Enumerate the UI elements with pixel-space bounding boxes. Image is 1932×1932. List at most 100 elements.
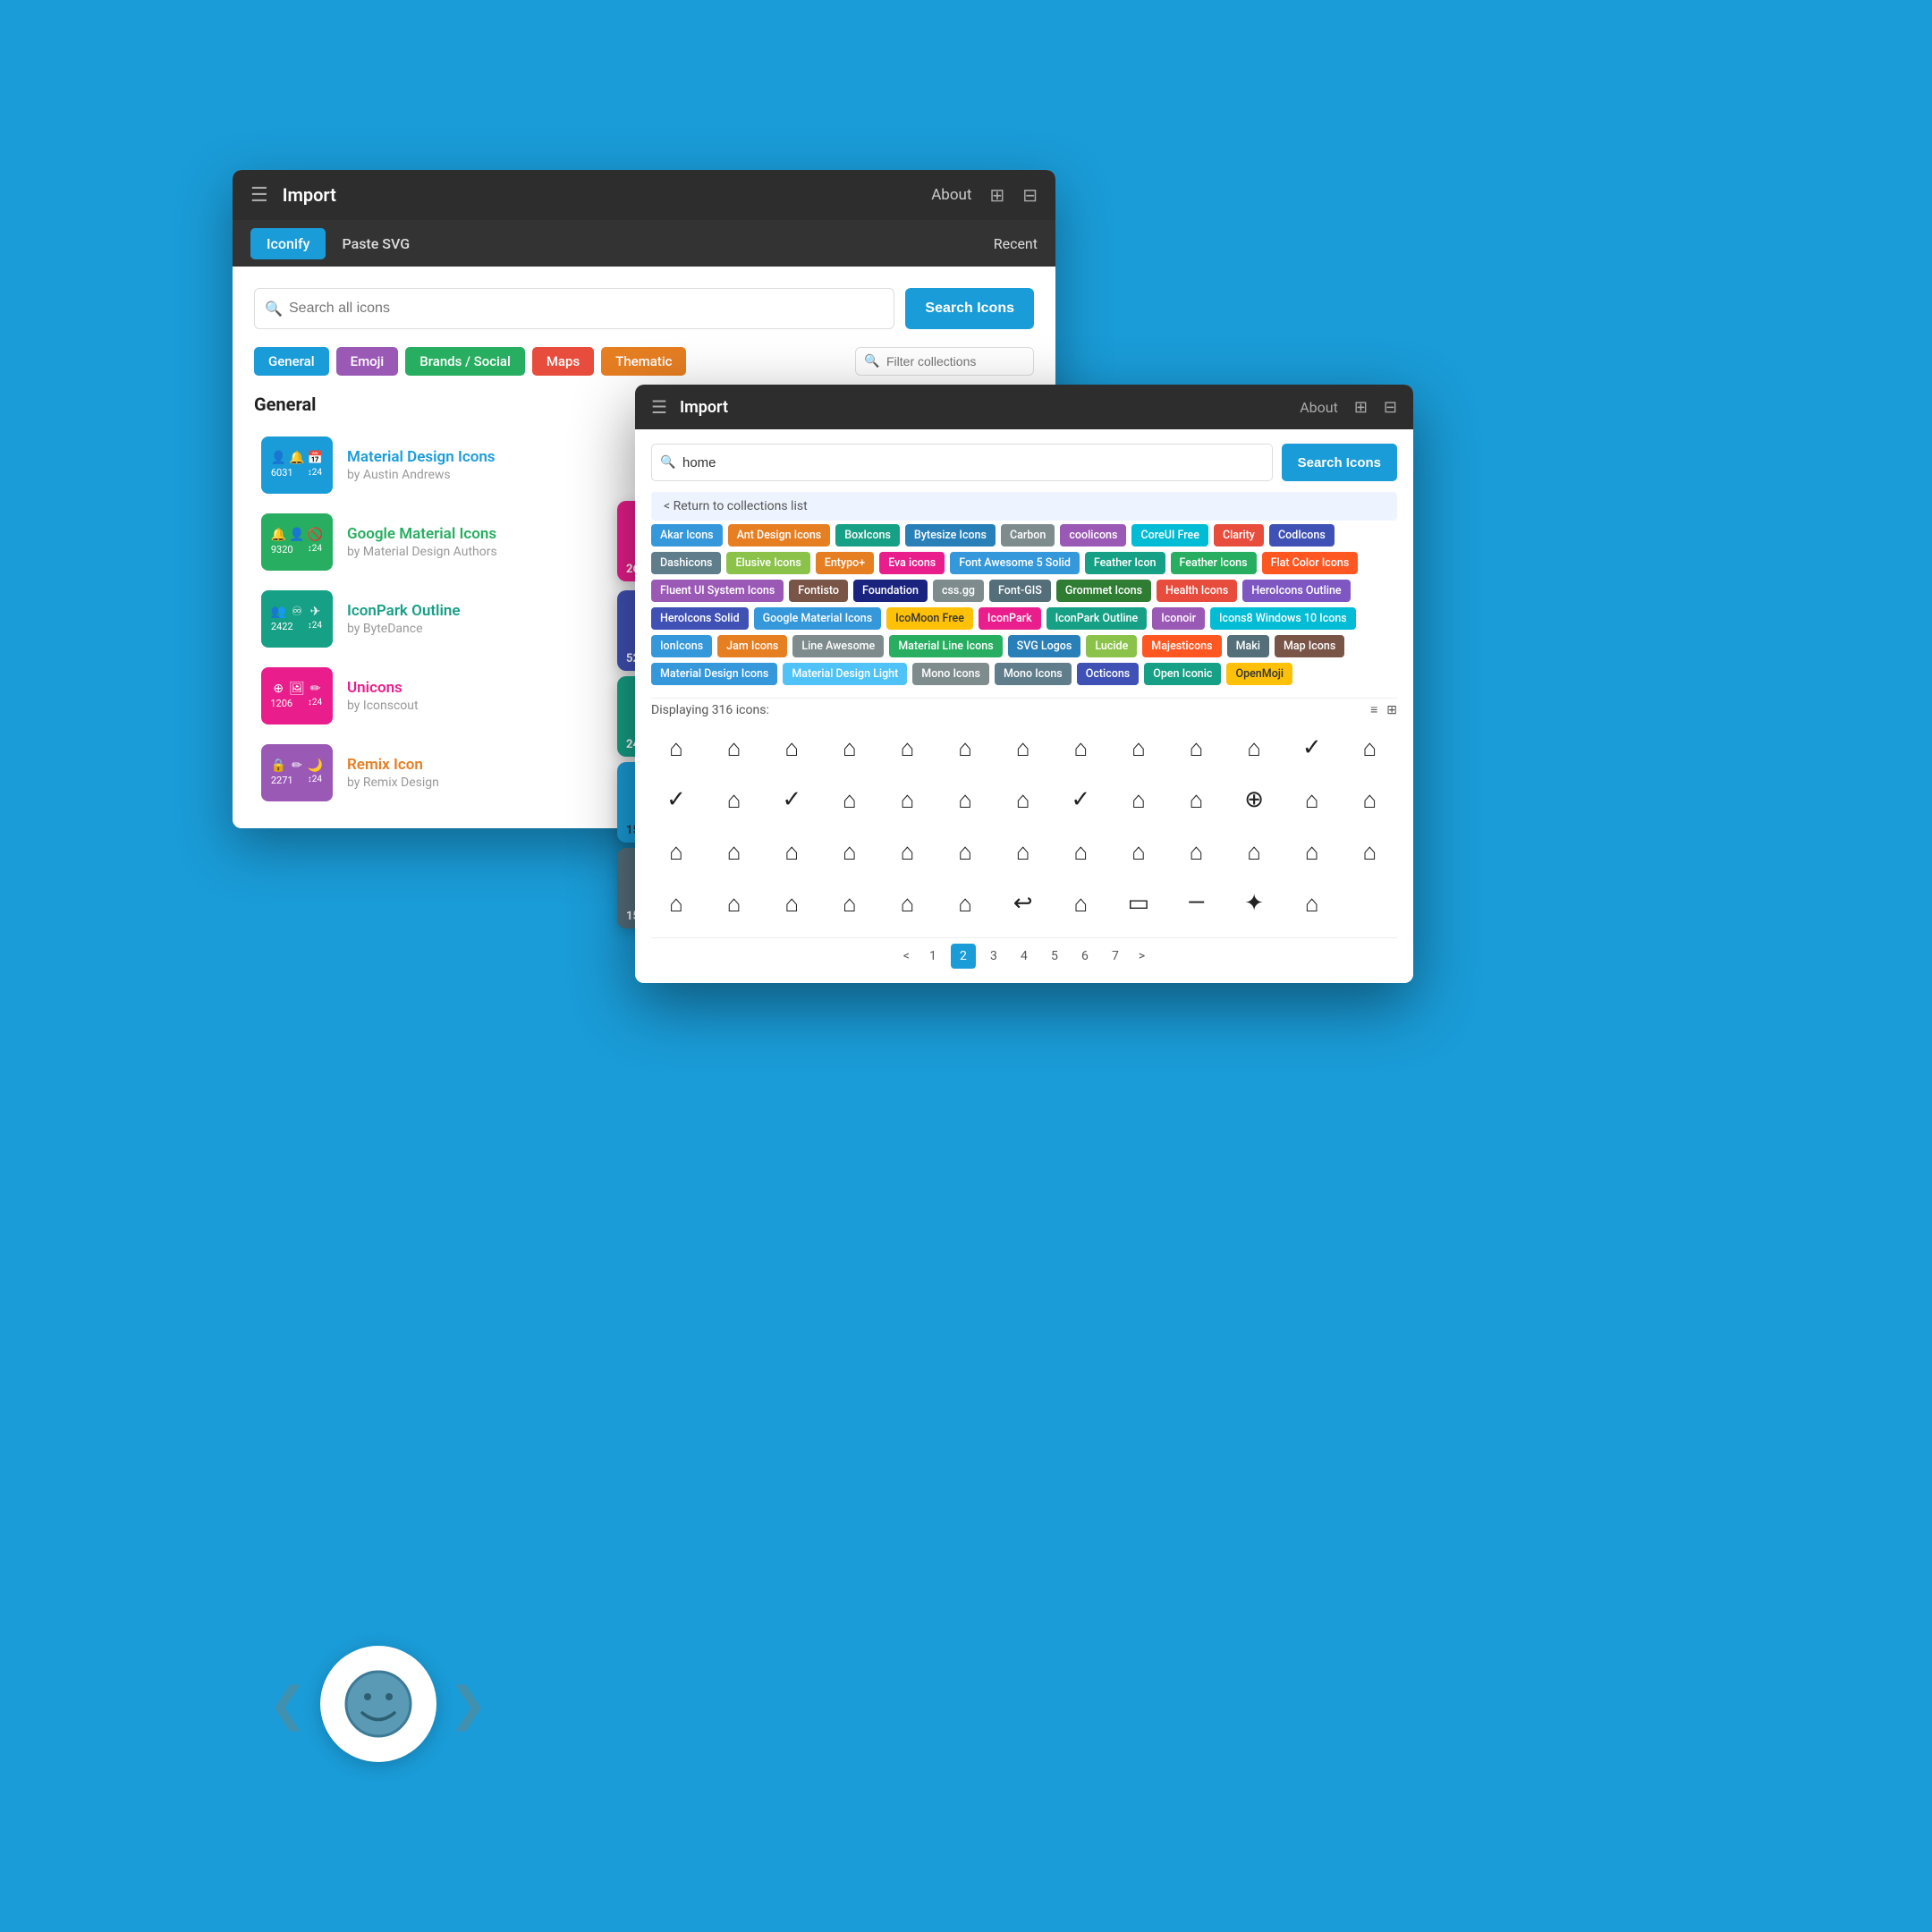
icon-cell[interactable]: ✓: [651, 776, 701, 823]
icon-cell[interactable]: ⌂: [1114, 828, 1164, 875]
ws-tag[interactable]: Feather Icon: [1085, 552, 1165, 574]
icon-cell[interactable]: ⌂: [998, 776, 1048, 823]
ws-tag[interactable]: Fluent UI System Icons: [651, 580, 784, 602]
page-prev[interactable]: <: [898, 949, 915, 963]
filter-collections-input[interactable]: [855, 347, 1034, 376]
icon-cell[interactable]: ⌂: [767, 880, 817, 927]
icon-cell[interactable]: ⌂: [767, 828, 817, 875]
icon-cell[interactable]: ✓: [1055, 776, 1106, 823]
page-5[interactable]: 5: [1042, 944, 1067, 969]
ws-tag[interactable]: Mono Icons: [912, 663, 989, 685]
ws-tag[interactable]: Foundation: [853, 580, 928, 602]
ws-tag[interactable]: Open Iconic: [1144, 663, 1221, 685]
icon-cell[interactable]: ⌂: [1229, 724, 1279, 771]
ws-tag[interactable]: Grommet Icons: [1056, 580, 1151, 602]
tab-recent[interactable]: Recent: [994, 235, 1038, 252]
ws-tag[interactable]: Google Material Icons: [754, 607, 882, 630]
ws-tag[interactable]: Bytesize Icons: [905, 524, 996, 547]
ws-tag[interactable]: Health Icons: [1157, 580, 1237, 602]
icon-cell[interactable]: ⌂: [1114, 724, 1164, 771]
ws-tag[interactable]: Iconoir: [1152, 607, 1205, 630]
icon-cell[interactable]: ↩: [998, 880, 1048, 927]
ws-tag[interactable]: IcoMoon Free: [886, 607, 973, 630]
icon-cell[interactable]: ⌂: [651, 880, 701, 927]
ws-tag[interactable]: Akar Icons: [651, 524, 723, 547]
ws-tag[interactable]: Lucide: [1086, 635, 1137, 657]
ws-tag[interactable]: CoreUI Free: [1131, 524, 1208, 547]
ws-tag[interactable]: Flat Color Icons: [1262, 552, 1359, 574]
icon-cell[interactable]: ⌂: [1114, 776, 1164, 823]
icon-cell[interactable]: ✦: [1229, 880, 1279, 927]
search-icons-button[interactable]: Search Icons: [905, 288, 1034, 329]
ws-tag[interactable]: Material Line Icons: [889, 635, 1002, 657]
ws-tag[interactable]: Elusive Icons: [726, 552, 809, 574]
icon-cell[interactable]: ⌂: [882, 724, 932, 771]
page-4[interactable]: 4: [1012, 944, 1037, 969]
layout-icon-2[interactable]: ⊟: [1022, 184, 1038, 206]
view-icon-2[interactable]: ⊞: [1386, 703, 1397, 717]
ws-tag[interactable]: Octicons: [1077, 663, 1140, 685]
icon-cell[interactable]: ⌂: [767, 724, 817, 771]
icon-cell[interactable]: ⌂: [709, 828, 759, 875]
icon-cell[interactable]: ⌂: [1344, 776, 1394, 823]
icon-cell[interactable]: ⊕: [1229, 776, 1279, 823]
ws-tag[interactable]: Fontisto: [789, 580, 848, 602]
main-menu-icon[interactable]: ☰: [250, 184, 268, 207]
ws-tag[interactable]: CodIcons: [1269, 524, 1335, 547]
icon-cell[interactable]: ⌂: [1172, 724, 1222, 771]
search-menu-icon[interactable]: ☰: [651, 396, 667, 418]
ws-tag[interactable]: Font-GIS: [989, 580, 1051, 602]
ws-search-button[interactable]: Search Icons: [1282, 444, 1397, 481]
ws-tag[interactable]: Material Design Icons: [651, 663, 777, 685]
icon-cell[interactable]: ⌂: [651, 828, 701, 875]
icon-cell[interactable]: ⌂: [1287, 880, 1337, 927]
ws-tag[interactable]: Carbon: [1001, 524, 1055, 547]
icon-cell[interactable]: ⌂: [1229, 828, 1279, 875]
icon-cell[interactable]: ⌂: [1287, 828, 1337, 875]
ws-tag[interactable]: SVG Logos: [1008, 635, 1081, 657]
ws-tag[interactable]: OpenMoji: [1226, 663, 1292, 685]
icon-cell[interactable]: ⌂: [1287, 776, 1337, 823]
page-3[interactable]: 3: [981, 944, 1006, 969]
ws-tag[interactable]: IonIcons: [651, 635, 712, 657]
ws-tag[interactable]: Line Awesome: [792, 635, 884, 657]
ws-tag[interactable]: Font Awesome 5 Solid: [950, 552, 1080, 574]
ws-tag[interactable]: Material Design Light: [783, 663, 907, 685]
icon-cell[interactable]: ⌂: [1055, 828, 1106, 875]
icon-cell[interactable]: ⌂: [1055, 724, 1106, 771]
icon-cell[interactable]: ⌂: [882, 776, 932, 823]
ws-tag[interactable]: Entypo+: [816, 552, 874, 574]
icon-cell[interactable]: ⌂: [825, 776, 875, 823]
ws-tag[interactable]: BoxIcons: [835, 524, 900, 547]
ws-tag[interactable]: Mono Icons: [995, 663, 1072, 685]
ws-tag[interactable]: Eva icons: [879, 552, 945, 574]
search-layout-icon-1[interactable]: ⊞: [1354, 398, 1368, 417]
page-2[interactable]: 2: [951, 944, 976, 969]
back-to-collections[interactable]: < Return to collections list: [651, 492, 1397, 521]
icon-cell[interactable]: ⌂: [882, 880, 932, 927]
filter-emoji[interactable]: Emoji: [336, 347, 399, 376]
ws-search-input[interactable]: [651, 444, 1273, 481]
icon-cell[interactable]: ⌂: [940, 776, 990, 823]
icon-cell[interactable]: ⌂: [825, 724, 875, 771]
ws-tag[interactable]: Clarity: [1214, 524, 1264, 547]
icon-cell[interactable]: ⌂: [998, 724, 1048, 771]
icon-cell[interactable]: ⌂: [709, 880, 759, 927]
ws-tag[interactable]: IconPark Outline: [1046, 607, 1148, 630]
ws-tag[interactable]: Map Icons: [1275, 635, 1344, 657]
search-input[interactable]: [254, 288, 894, 329]
filter-thematic[interactable]: Thematic: [601, 347, 686, 376]
ws-tag[interactable]: IconPark: [979, 607, 1041, 630]
icon-cell[interactable]: ⌂: [940, 880, 990, 927]
ws-tag[interactable]: css.gg: [933, 580, 984, 602]
ws-tag[interactable]: Maki: [1227, 635, 1269, 657]
ws-tag[interactable]: HeroIcons Outline: [1242, 580, 1350, 602]
ws-tag[interactable]: coolicons: [1060, 524, 1126, 547]
icon-cell[interactable]: ✓: [1287, 724, 1337, 771]
icon-cell[interactable]: ⌂: [998, 828, 1048, 875]
icon-cell[interactable]: ⌂: [709, 724, 759, 771]
ws-tag[interactable]: Feather Icons: [1171, 552, 1257, 574]
ws-tag[interactable]: Dashicons: [651, 552, 721, 574]
icon-cell[interactable]: ▭: [1114, 880, 1164, 927]
ws-tag[interactable]: Jam Icons: [717, 635, 787, 657]
